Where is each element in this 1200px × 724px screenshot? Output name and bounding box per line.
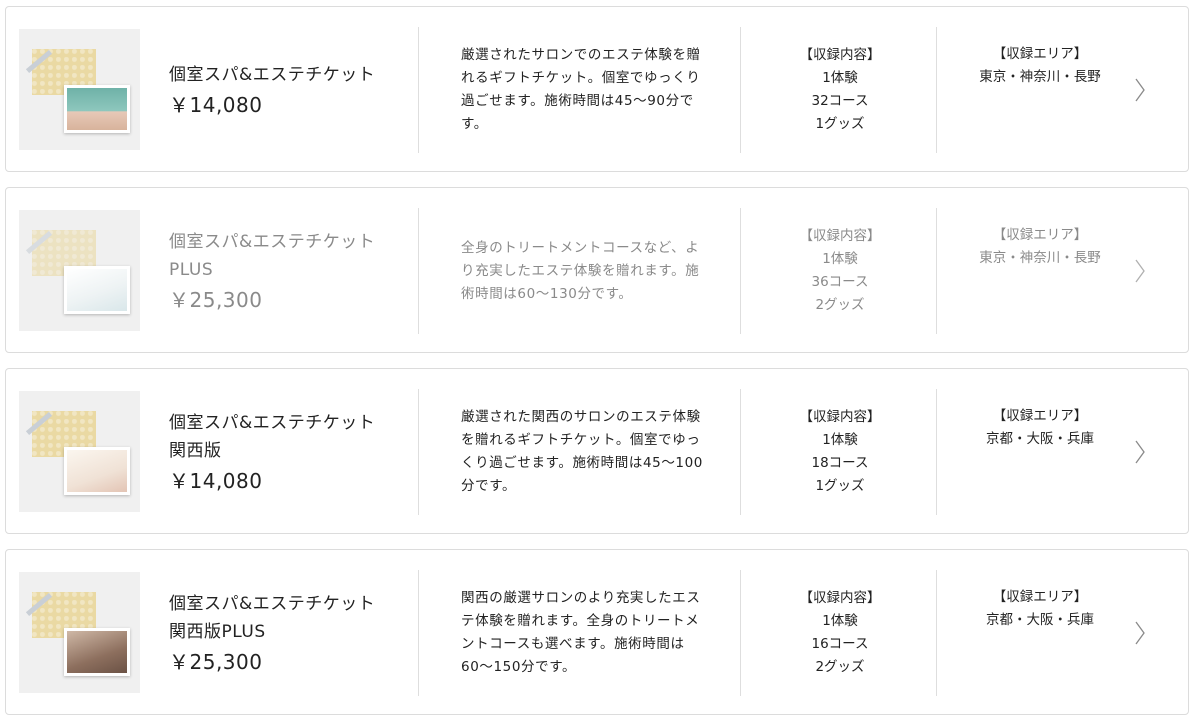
product-contents: 【収録内容】 1体験 36コース 2グッズ xyxy=(744,188,936,354)
spa-photo xyxy=(64,85,130,133)
area-heading: 【収録エリア】 xyxy=(992,46,1088,62)
product-card[interactable]: 個室スパ&エステチケット 関西版PLUS ￥25,300 関西の厳選サロンのより… xyxy=(5,549,1189,715)
area-value: 京都・大阪・兵庫 xyxy=(986,431,1094,447)
contents-item: 36コース xyxy=(811,274,869,290)
contents-item: 32コース xyxy=(811,93,869,109)
product-thumbnail xyxy=(19,572,140,693)
area-value: 東京・神奈川・長野 xyxy=(979,250,1101,266)
product-thumbnail xyxy=(19,29,140,150)
contents-item: 1グッズ xyxy=(815,116,865,132)
area-heading: 【収録エリア】 xyxy=(992,227,1088,243)
contents-item: 1体験 xyxy=(822,432,858,448)
chevron-right-icon[interactable] xyxy=(1133,618,1147,648)
product-name-line2: 関西版PLUS xyxy=(169,621,266,642)
product-name-line1: 個室スパ&エステチケット xyxy=(169,231,376,252)
product-card[interactable]: 個室スパ&エステチケット ￥14,080 厳選されたサロンでのエステ体験を贈れる… xyxy=(5,6,1189,172)
contents-item: 2グッズ xyxy=(815,659,865,675)
column-divider xyxy=(418,27,419,153)
product-name-line2: PLUS xyxy=(169,259,214,280)
column-divider xyxy=(936,208,937,334)
area-value: 東京・神奈川・長野 xyxy=(979,69,1101,85)
product-thumbnail xyxy=(19,210,140,331)
chevron-right-icon[interactable] xyxy=(1133,256,1147,286)
product-name: 個室スパ&エステチケット PLUS ￥25,300 xyxy=(169,188,409,354)
area-value: 京都・大阪・兵庫 xyxy=(986,612,1094,628)
column-divider xyxy=(418,570,419,696)
spa-photo xyxy=(64,447,130,495)
column-divider xyxy=(740,389,741,515)
column-divider xyxy=(740,27,741,153)
column-divider xyxy=(740,570,741,696)
contents-item: 18コース xyxy=(811,455,869,471)
product-description: 厳選されたサロンでのエステ体験を贈れるギフトチケット。個室でゆっくり過ごせます。… xyxy=(461,47,701,132)
product-description: 全身のトリートメントコースなど、より充実したエステ体験を贈れます。施術時間は60… xyxy=(461,239,700,302)
contents-heading: 【収録内容】 xyxy=(799,47,881,63)
column-divider xyxy=(936,27,937,153)
column-divider xyxy=(936,570,937,696)
product-area: 【収録エリア】 京都・大阪・兵庫 xyxy=(941,369,1139,535)
product-price: ￥14,080 xyxy=(169,92,263,117)
product-contents: 【収録内容】 1体験 32コース 1グッズ xyxy=(744,7,936,173)
contents-item: 1体験 xyxy=(822,70,858,86)
area-heading: 【収録エリア】 xyxy=(992,408,1088,424)
product-area: 【収録エリア】 東京・神奈川・長野 xyxy=(941,7,1139,173)
product-description: 厳選された関西のサロンのエステ体験を贈れるギフトチケット。個室でゆっくり過ごせま… xyxy=(461,409,703,494)
product-name-line2: 関西版 xyxy=(169,440,222,461)
product-card[interactable]: 個室スパ&エステチケット 関西版 ￥14,080 厳選された関西のサロンのエステ… xyxy=(5,368,1189,534)
chevron-right-icon[interactable] xyxy=(1133,75,1147,105)
product-area: 【収録エリア】 京都・大阪・兵庫 xyxy=(941,550,1139,716)
product-name-line1: 個室スパ&エステチケット xyxy=(169,412,376,433)
product-price: ￥25,300 xyxy=(169,649,263,674)
product-price: ￥14,080 xyxy=(169,468,263,493)
contents-heading: 【収録内容】 xyxy=(799,590,881,606)
product-card[interactable]: 個室スパ&エステチケット PLUS ￥25,300 全身のトリートメントコースな… xyxy=(5,187,1189,353)
chevron-right-icon[interactable] xyxy=(1133,437,1147,467)
product-name: 個室スパ&エステチケット 関西版 ￥14,080 xyxy=(169,369,409,535)
contents-item: 1体験 xyxy=(822,613,858,629)
contents-heading: 【収録内容】 xyxy=(799,409,881,425)
product-name: 個室スパ&エステチケット 関西版PLUS ￥25,300 xyxy=(169,550,409,716)
contents-item: 16コース xyxy=(811,636,869,652)
contents-item: 2グッズ xyxy=(815,297,865,313)
product-contents: 【収録内容】 1体験 16コース 2グッズ xyxy=(744,550,936,716)
product-description: 関西の厳選サロンのより充実したエステ体験を贈れます。全身のトリートメントコースも… xyxy=(461,590,701,675)
spa-photo xyxy=(64,266,130,314)
contents-item: 1体験 xyxy=(822,251,858,267)
product-name-line1: 個室スパ&エステチケット xyxy=(169,593,376,614)
product-list: 個室スパ&エステチケット ￥14,080 厳選されたサロンでのエステ体験を贈れる… xyxy=(0,0,1200,724)
product-contents: 【収録内容】 1体験 18コース 1グッズ xyxy=(744,369,936,535)
column-divider xyxy=(418,389,419,515)
area-heading: 【収録エリア】 xyxy=(992,589,1088,605)
product-name-line1: 個室スパ&エステチケット xyxy=(169,64,376,85)
product-name: 個室スパ&エステチケット ￥14,080 xyxy=(169,7,409,173)
column-divider xyxy=(418,208,419,334)
product-thumbnail xyxy=(19,391,140,512)
column-divider xyxy=(936,389,937,515)
product-price: ￥25,300 xyxy=(169,287,263,312)
spa-photo xyxy=(64,628,130,676)
contents-item: 1グッズ xyxy=(815,478,865,494)
product-area: 【収録エリア】 東京・神奈川・長野 xyxy=(941,188,1139,354)
column-divider xyxy=(740,208,741,334)
contents-heading: 【収録内容】 xyxy=(799,228,881,244)
